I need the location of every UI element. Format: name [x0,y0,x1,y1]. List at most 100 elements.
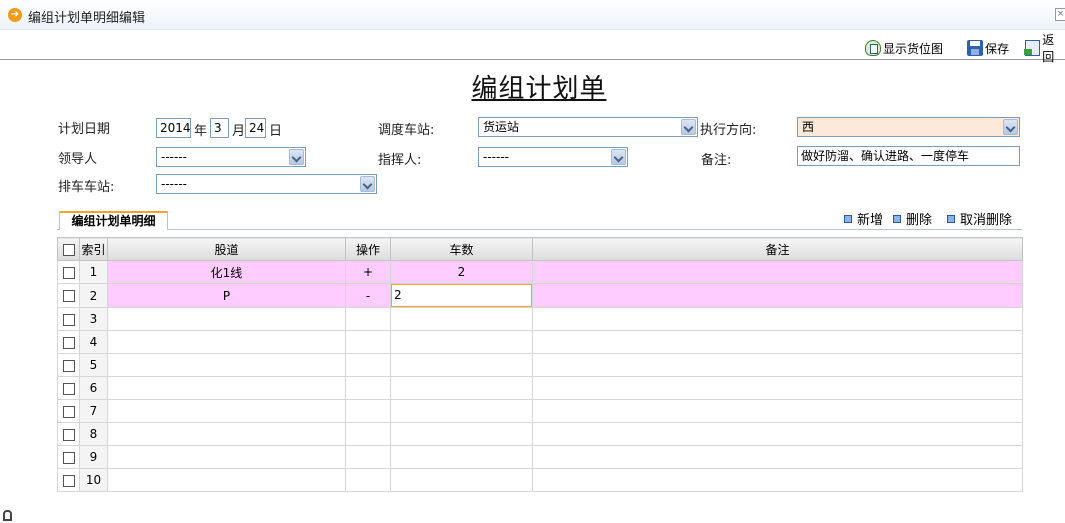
track-cell[interactable] [107,422,346,446]
row-checkbox-cell[interactable] [57,330,80,354]
table-row[interactable]: 3 [57,307,1023,331]
col-remark[interactable]: 备注 [532,237,1023,261]
track-cell[interactable]: P [107,283,346,308]
remark-cell[interactable] [532,468,1023,492]
row-checkbox[interactable] [62,359,75,372]
remark-cell[interactable] [532,307,1023,331]
car-count-editor[interactable]: 2 [391,284,532,307]
month-input[interactable]: 3 [210,118,229,138]
col-car-count[interactable]: 车数 [390,237,533,261]
remark-cell[interactable] [532,399,1023,423]
operation-cell[interactable]: - [345,283,391,308]
row-checkbox[interactable] [62,474,75,487]
row-checkbox[interactable] [62,266,75,279]
track-cell[interactable] [107,445,346,469]
back-button[interactable]: 返回 [1023,33,1065,64]
year-input[interactable]: 2014 [156,118,191,138]
row-checkbox[interactable] [62,336,75,349]
table-row[interactable]: 2 P - 2 [57,283,1023,308]
remark-cell[interactable] [532,422,1023,446]
toolbar-separator [1016,38,1017,56]
car-count-cell[interactable] [390,445,533,469]
table-row[interactable]: 1 化1线 + 2 [57,260,1023,284]
car-count-cell[interactable] [390,353,533,377]
row-checkbox-cell[interactable] [57,260,80,284]
remark-cell[interactable] [532,353,1023,377]
row-checkbox-cell[interactable] [57,283,80,308]
delete-button[interactable]: 删除 [893,209,932,228]
car-count-cell[interactable] [390,468,533,492]
car-count-cell[interactable] [390,330,533,354]
table-row[interactable]: 4 [57,330,1023,354]
track-cell[interactable] [107,376,346,400]
operation-cell[interactable] [345,376,391,400]
row-checkbox[interactable] [62,451,75,464]
remark-cell[interactable] [532,445,1023,469]
row-checkbox-cell[interactable] [57,399,80,423]
row-checkbox-cell[interactable] [57,445,80,469]
row-checkbox[interactable] [62,290,75,302]
car-count-cell[interactable] [390,422,533,446]
col-track[interactable]: 股道 [107,237,346,261]
car-count-cell-editing[interactable]: 2 [390,283,533,308]
car-count-cell[interactable] [390,376,533,400]
track-cell[interactable] [107,353,346,377]
remark-input[interactable]: 做好防溜、确认进路、一度停车 [797,146,1020,166]
row-checkbox-cell[interactable] [57,307,80,331]
remark-cell[interactable] [532,376,1023,400]
operation-cell[interactable] [345,468,391,492]
row-checkbox[interactable] [62,428,75,441]
grid-header-row: 索引 股道 操作 车数 备注 [57,237,1023,261]
direction-select[interactable]: 西 [797,117,1020,137]
select-all-checkbox[interactable] [62,243,75,256]
select-all-header[interactable] [57,237,80,261]
track-cell[interactable] [107,330,346,354]
table-row[interactable]: 6 [57,376,1023,400]
window-title: 编组计划单明细编辑 [28,11,146,26]
save-button[interactable]: 保存 [967,38,1009,58]
add-button[interactable]: 新增 [844,209,883,228]
row-checkbox[interactable] [62,405,75,418]
undo-delete-button[interactable]: 取消删除 [947,209,1012,228]
close-icon[interactable]: × [1055,8,1065,21]
car-count-cell[interactable]: 2 [390,260,533,284]
operation-cell[interactable] [345,307,391,331]
dispatch-station-select[interactable]: 货运站 [478,117,698,137]
track-cell[interactable] [107,399,346,423]
operation-cell[interactable] [345,353,391,377]
table-row[interactable]: 7 [57,399,1023,423]
row-checkbox[interactable] [62,382,75,395]
row-checkbox-cell[interactable] [57,468,80,492]
table-row[interactable]: 5 [57,353,1023,377]
commander-value: ------ [483,150,509,164]
row-checkbox-cell[interactable] [57,376,80,400]
table-row[interactable]: 10 [57,468,1023,492]
row-checkbox-cell[interactable] [57,422,80,446]
table-row[interactable]: 8 [57,422,1023,446]
track-cell[interactable]: 化1线 [107,260,346,284]
operation-cell[interactable] [345,445,391,469]
leader-select[interactable]: ------ [156,147,306,167]
car-count-cell[interactable] [390,399,533,423]
car-count-cell[interactable] [390,307,533,331]
operation-cell[interactable] [345,330,391,354]
remark-cell[interactable] [532,260,1023,284]
arrange-station-select[interactable]: ------ [156,174,377,194]
show-map-button[interactable]: 显示货位图 [865,38,943,58]
remark-cell[interactable] [532,330,1023,354]
track-cell[interactable] [107,307,346,331]
col-operation[interactable]: 操作 [345,237,391,261]
table-row[interactable]: 9 [57,445,1023,469]
row-checkbox[interactable] [62,313,75,326]
operation-cell[interactable] [345,399,391,423]
commander-select[interactable]: ------ [478,147,628,167]
tab-detail[interactable]: 编组计划单明细 [59,211,168,230]
operation-cell[interactable]: + [345,260,391,284]
operation-cell[interactable] [345,422,391,446]
day-input[interactable]: 24 [245,118,266,138]
remark-cell[interactable] [532,283,1023,308]
row-checkbox-cell[interactable] [57,353,80,377]
col-index[interactable]: 索引 [79,237,108,261]
back-label: 返回 [1042,33,1055,64]
track-cell[interactable] [107,468,346,492]
